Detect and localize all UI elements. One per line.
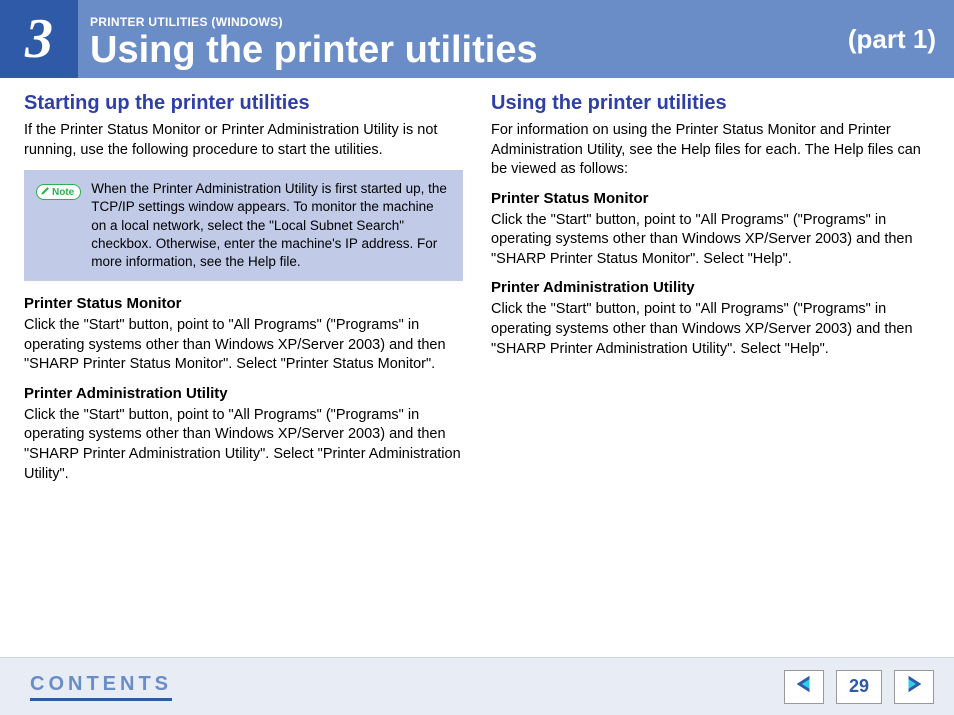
page-title: Using the printer utilities xyxy=(90,31,836,69)
intro-text-right: For information on using the Printer Sta… xyxy=(491,121,930,180)
prev-page-button[interactable] xyxy=(784,670,824,704)
subheading-pau-left: Printer Administration Utility xyxy=(24,385,463,402)
next-page-button[interactable] xyxy=(894,670,934,704)
body-pau-left: Click the "Start" button, point to "All … xyxy=(24,406,463,484)
section-heading-starting: Starting up the printer utilities xyxy=(24,92,463,115)
body-psm-left: Click the "Start" button, point to "All … xyxy=(24,316,463,375)
page-header: 3 PRINTER UTILITIES (WINDOWS) Using the … xyxy=(0,0,954,78)
note-text: When the Printer Administration Utility … xyxy=(91,180,451,271)
section-heading-using: Using the printer utilities xyxy=(491,92,930,115)
breadcrumb: PRINTER UTILITIES (WINDOWS) xyxy=(90,15,836,29)
footer: CONTENTS 29 xyxy=(0,657,954,715)
pencil-icon xyxy=(41,186,50,198)
body-pau-right: Click the "Start" button, point to "All … xyxy=(491,300,930,359)
right-column: Using the printer utilities For informat… xyxy=(491,92,930,494)
left-column: Starting up the printer utilities If the… xyxy=(24,92,463,494)
part-label: (part 1) xyxy=(848,24,954,55)
header-titles: PRINTER UTILITIES (WINDOWS) Using the pr… xyxy=(78,0,848,78)
contents-button[interactable]: CONTENTS xyxy=(30,673,172,701)
subheading-psm-left: Printer Status Monitor xyxy=(24,295,463,312)
subheading-pau-right: Printer Administration Utility xyxy=(491,279,930,296)
body-psm-right: Click the "Start" button, point to "All … xyxy=(491,211,930,270)
arrow-right-icon xyxy=(903,673,925,700)
arrow-left-icon xyxy=(793,673,815,700)
chapter-number: 3 xyxy=(0,0,78,78)
content-area: Starting up the printer utilities If the… xyxy=(0,78,954,494)
footer-nav: 29 xyxy=(784,670,934,704)
note-badge: Note xyxy=(36,184,81,200)
note-box: Note When the Printer Administration Uti… xyxy=(24,170,463,281)
note-label: Note xyxy=(52,187,74,198)
page-number: 29 xyxy=(836,670,882,704)
subheading-psm-right: Printer Status Monitor xyxy=(491,190,930,207)
intro-text-left: If the Printer Status Monitor or Printer… xyxy=(24,121,463,160)
